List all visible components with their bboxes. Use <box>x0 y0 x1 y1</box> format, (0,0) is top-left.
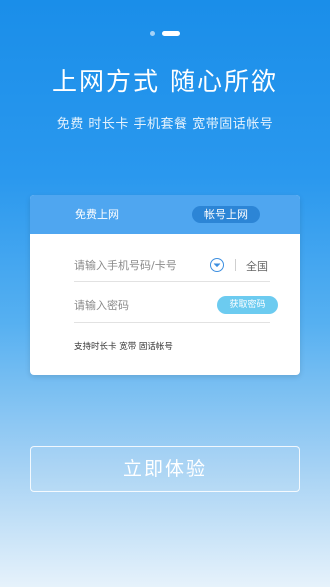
try-now-button[interactable]: 立即体验 <box>30 446 300 492</box>
page-indicator <box>150 31 180 36</box>
support-note: 支持时长卡 宽带 固话帐号 <box>74 342 173 352</box>
divider <box>74 322 270 323</box>
login-tabs: 免费上网 帐号上网 <box>30 195 300 234</box>
divider <box>74 281 270 282</box>
region-select[interactable]: 全国 <box>246 258 268 274</box>
password-input[interactable] <box>74 296 194 314</box>
login-card: 免费上网 帐号上网 全国 获取密码 支持时长卡 宽带 固话帐号 <box>30 195 300 375</box>
divider <box>235 259 236 271</box>
page-dot <box>150 31 155 36</box>
get-password-button[interactable]: 获取密码 <box>217 296 278 314</box>
tab-free-internet[interactable]: 免费上网 <box>75 206 119 222</box>
headline: 上网方式 随心所欲 <box>52 67 278 96</box>
subline: 免费 时长卡 手机套餐 宽带固话帐号 <box>56 117 274 132</box>
login-form: 全国 获取密码 支持时长卡 宽带 固话帐号 <box>30 234 300 375</box>
tab-account-internet[interactable]: 帐号上网 <box>192 206 260 223</box>
chevron-down-icon[interactable] <box>210 258 224 272</box>
page-dot-active <box>162 31 180 36</box>
phone-input[interactable] <box>74 256 194 274</box>
